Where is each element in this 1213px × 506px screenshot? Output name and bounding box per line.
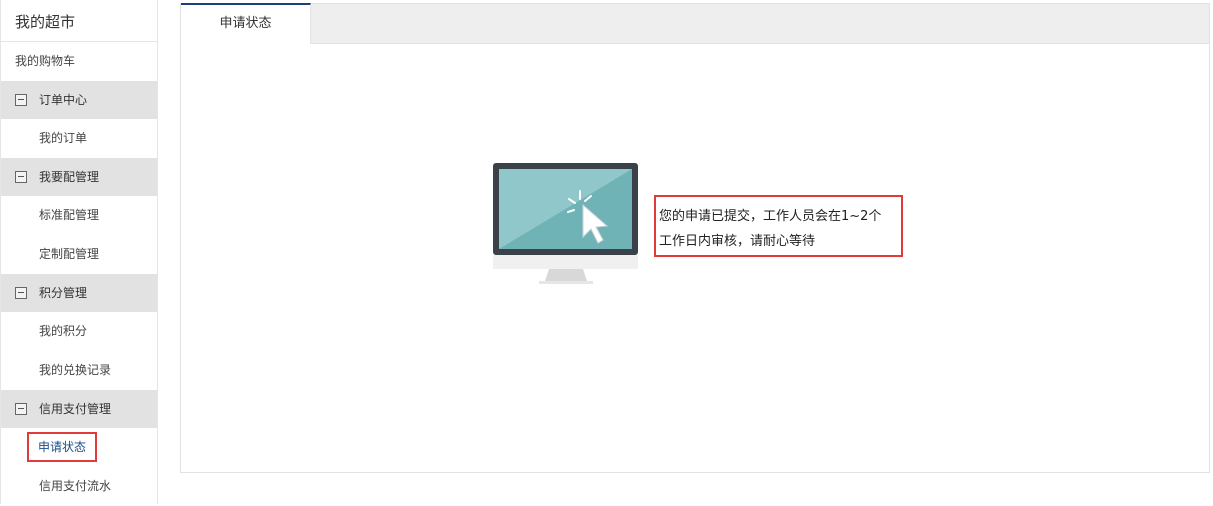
sidebar-group-label: 信用支付管理 bbox=[39, 402, 112, 416]
status-message-line2: 工作日内审核，请耐心等待 bbox=[659, 234, 816, 249]
sidebar: 我的超市 我的购物车 订单中心 我的订单 我要配管理 标准配管理 定制配管理 积… bbox=[0, 0, 158, 504]
tab-bar: 申请状态 bbox=[181, 3, 1209, 44]
minus-icon[interactable] bbox=[15, 94, 27, 106]
status-message-box: 您的申请已提交，工作人员会在1~2个 工作日内审核，请耐心等待 bbox=[654, 195, 903, 257]
minus-icon[interactable] bbox=[15, 403, 27, 415]
sidebar-item-active-label[interactable]: 申请状态 bbox=[27, 432, 98, 462]
sidebar-item-my-points[interactable]: 我的积分 bbox=[1, 312, 157, 351]
sidebar-group-label: 我要配管理 bbox=[39, 170, 100, 184]
sidebar-item-cart[interactable]: 我的购物车 bbox=[1, 42, 157, 81]
sidebar-item-application-status[interactable]: 申请状态 bbox=[1, 428, 157, 467]
sidebar-group-pipe-management[interactable]: 我要配管理 bbox=[1, 158, 157, 196]
sidebar-group-credit-payment[interactable]: 信用支付管理 bbox=[1, 390, 157, 428]
status-message-line1: 您的申请已提交，工作人员会在1~2个 bbox=[659, 209, 882, 224]
sidebar-group-label: 积分管理 bbox=[39, 286, 88, 300]
tab-application-status[interactable]: 申请状态 bbox=[181, 3, 311, 44]
sidebar-group-order-center[interactable]: 订单中心 bbox=[1, 81, 157, 119]
sidebar-title: 我的超市 bbox=[1, 0, 157, 42]
minus-icon[interactable] bbox=[15, 171, 27, 183]
sidebar-item-standard-config[interactable]: 标准配管理 bbox=[1, 196, 157, 235]
monitor-cursor-icon bbox=[493, 163, 639, 291]
sidebar-group-label: 订单中心 bbox=[39, 93, 88, 107]
sidebar-item-redeem-history[interactable]: 我的兑换记录 bbox=[1, 351, 157, 390]
sidebar-group-points[interactable]: 积分管理 bbox=[1, 274, 157, 312]
minus-icon[interactable] bbox=[15, 287, 27, 299]
sidebar-item-credit-flow[interactable]: 信用支付流水 bbox=[1, 467, 157, 506]
sidebar-item-my-orders[interactable]: 我的订单 bbox=[1, 119, 157, 158]
sidebar-item-custom-config[interactable]: 定制配管理 bbox=[1, 235, 157, 274]
content-panel: 申请状态 您的申请已提交，工作人员会在1~2个 工作日内审核，请耐心等待 bbox=[180, 3, 1210, 473]
